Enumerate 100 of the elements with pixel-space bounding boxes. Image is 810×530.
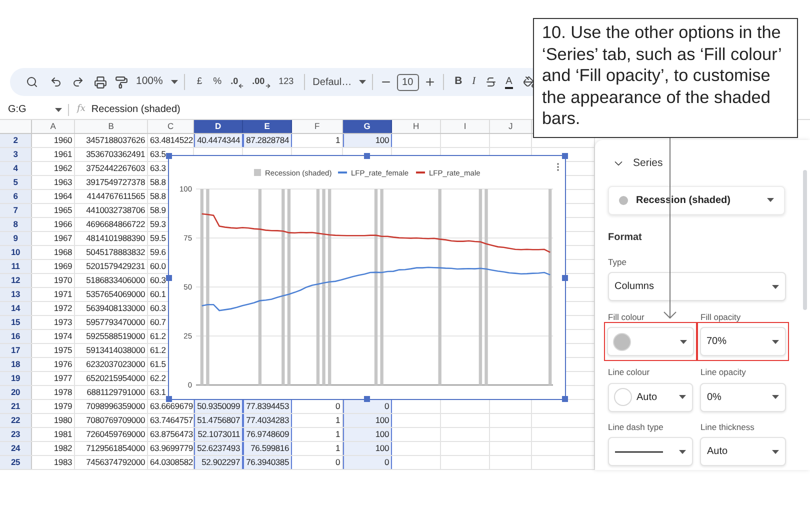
- row-header[interactable]: 16: [0, 330, 32, 343]
- italic-button[interactable]: I: [472, 74, 476, 90]
- table-cell: 7456374792000: [75, 456, 148, 469]
- row-header[interactable]: 20: [0, 386, 32, 399]
- caret-icon: [170, 80, 178, 84]
- arrow-right-icon: [264, 82, 271, 89]
- formula-text[interactable]: Recession (shaded): [91, 102, 180, 117]
- column-header[interactable]: H: [392, 120, 441, 133]
- row-header[interactable]: 25: [0, 456, 32, 469]
- scrollbar[interactable]: [803, 170, 807, 310]
- table-cell: 5045178883832: [75, 246, 148, 259]
- row-header[interactable]: 13: [0, 288, 32, 301]
- column-header[interactable]: D: [194, 120, 243, 133]
- table-cell: 3536703362491: [75, 148, 148, 161]
- table-cell: 1965: [32, 204, 75, 217]
- number-format-button[interactable]: 123: [278, 75, 294, 89]
- row-header[interactable]: 24: [0, 442, 32, 455]
- table-cell: 52.1073011: [194, 428, 243, 441]
- undo-icon[interactable]: [50, 76, 62, 88]
- row-header[interactable]: 22: [0, 414, 32, 427]
- table-cell: 7098996359000: [75, 400, 148, 413]
- caret-icon: [679, 395, 686, 399]
- table-cell: 1980: [32, 414, 75, 427]
- caret-icon: [680, 340, 686, 344]
- row-header[interactable]: 14: [0, 302, 32, 315]
- field-label: Line dash type: [608, 421, 664, 434]
- resize-handle[interactable]: [166, 274, 172, 280]
- decrease-decimals-button[interactable]: .0: [230, 75, 244, 89]
- resize-handle[interactable]: [364, 153, 370, 159]
- bold-button[interactable]: B: [454, 74, 462, 90]
- row-header[interactable]: 5: [0, 176, 32, 189]
- row-header[interactable]: 2: [0, 134, 32, 147]
- dropdown[interactable]: [608, 437, 693, 466]
- resize-handle[interactable]: [166, 396, 172, 402]
- resize-handle[interactable]: [562, 274, 568, 280]
- table-cell: 1968: [32, 246, 75, 259]
- row-header[interactable]: 6: [0, 190, 32, 203]
- field-label: Line thickness: [700, 421, 756, 434]
- row-header[interactable]: 11: [0, 260, 32, 273]
- row-header[interactable]: 10: [0, 246, 32, 259]
- name-box[interactable]: G:G: [0, 102, 68, 117]
- row-header[interactable]: 19: [0, 372, 32, 385]
- paint-roller-icon[interactable]: [115, 76, 128, 88]
- resize-handle[interactable]: [166, 153, 172, 159]
- table-cell: 1970: [32, 274, 75, 287]
- table-cell: 1973: [32, 316, 75, 329]
- column-header[interactable]: E: [243, 120, 292, 133]
- table-cell: 6520215954000: [75, 372, 148, 385]
- dropdown[interactable]: 70%: [700, 327, 786, 356]
- redo-icon[interactable]: [72, 76, 84, 88]
- font-size-field[interactable]: 10: [396, 74, 419, 90]
- column-header[interactable]: J: [490, 120, 532, 133]
- column-header[interactable]: I: [441, 120, 490, 133]
- column-header[interactable]: A: [32, 120, 75, 133]
- row-header[interactable]: 8: [0, 218, 32, 231]
- caret-icon: [772, 284, 778, 288]
- currency-button[interactable]: £: [196, 74, 202, 90]
- table-cell: 52.902297: [194, 456, 243, 469]
- field-label: Line opacity: [700, 366, 747, 379]
- column-header[interactable]: C: [148, 120, 194, 133]
- row-header[interactable]: 7: [0, 204, 32, 217]
- caret-icon: [772, 395, 778, 399]
- plus-icon[interactable]: [424, 76, 436, 88]
- column-header[interactable]: G: [343, 120, 392, 133]
- row-header[interactable]: 21: [0, 400, 32, 413]
- row-header[interactable]: 15: [0, 316, 32, 329]
- table-cell: 3752442267603: [75, 162, 148, 175]
- paint-bucket-icon[interactable]: [523, 76, 536, 88]
- callout-box: 10. Use the other options in the ‘Series’ tab, such as ‘Fill colour’ and ‘Fill opacity’, to customise the appearance of the shaded bars.: [533, 18, 798, 138]
- column-header[interactable]: F: [292, 120, 343, 133]
- print-icon[interactable]: [94, 76, 107, 88]
- row-header[interactable]: 17: [0, 344, 32, 357]
- dropdown[interactable]: 0%: [700, 382, 786, 412]
- increase-decimals-button[interactable]: .00: [252, 75, 271, 89]
- text-color-button[interactable]: A: [504, 76, 514, 88]
- legend-swatch: [254, 169, 261, 176]
- row-header[interactable]: 23: [0, 428, 32, 441]
- table-cell: 4410032738706: [75, 204, 148, 217]
- row-header[interactable]: 3: [0, 148, 32, 161]
- resize-handle[interactable]: [562, 153, 568, 159]
- caret-icon: [772, 340, 779, 344]
- table-cell: 51.4756807: [194, 414, 243, 427]
- row-header[interactable]: 4: [0, 162, 32, 175]
- zoom-dropdown[interactable]: 100%: [136, 74, 178, 90]
- row-header[interactable]: 12: [0, 274, 32, 287]
- dropdown[interactable]: Auto: [608, 382, 693, 412]
- table-cell: 3917549727378: [75, 176, 148, 189]
- section-header[interactable]: Series: [612, 156, 663, 172]
- row-header[interactable]: 9: [0, 232, 32, 245]
- dropdown[interactable]: Columns: [608, 272, 786, 301]
- strikethrough-icon[interactable]: [484, 76, 497, 88]
- search-icon[interactable]: [26, 76, 38, 88]
- resize-handle[interactable]: [364, 396, 370, 402]
- dropdown[interactable]: Auto: [700, 437, 786, 466]
- percent-button[interactable]: %: [213, 74, 222, 90]
- resize-handle[interactable]: [562, 396, 568, 402]
- font-dropdown[interactable]: Defaul…: [312, 74, 366, 90]
- column-header[interactable]: B: [75, 120, 148, 133]
- table-cell: 5957793470000: [75, 316, 148, 329]
- row-header[interactable]: 18: [0, 358, 32, 371]
